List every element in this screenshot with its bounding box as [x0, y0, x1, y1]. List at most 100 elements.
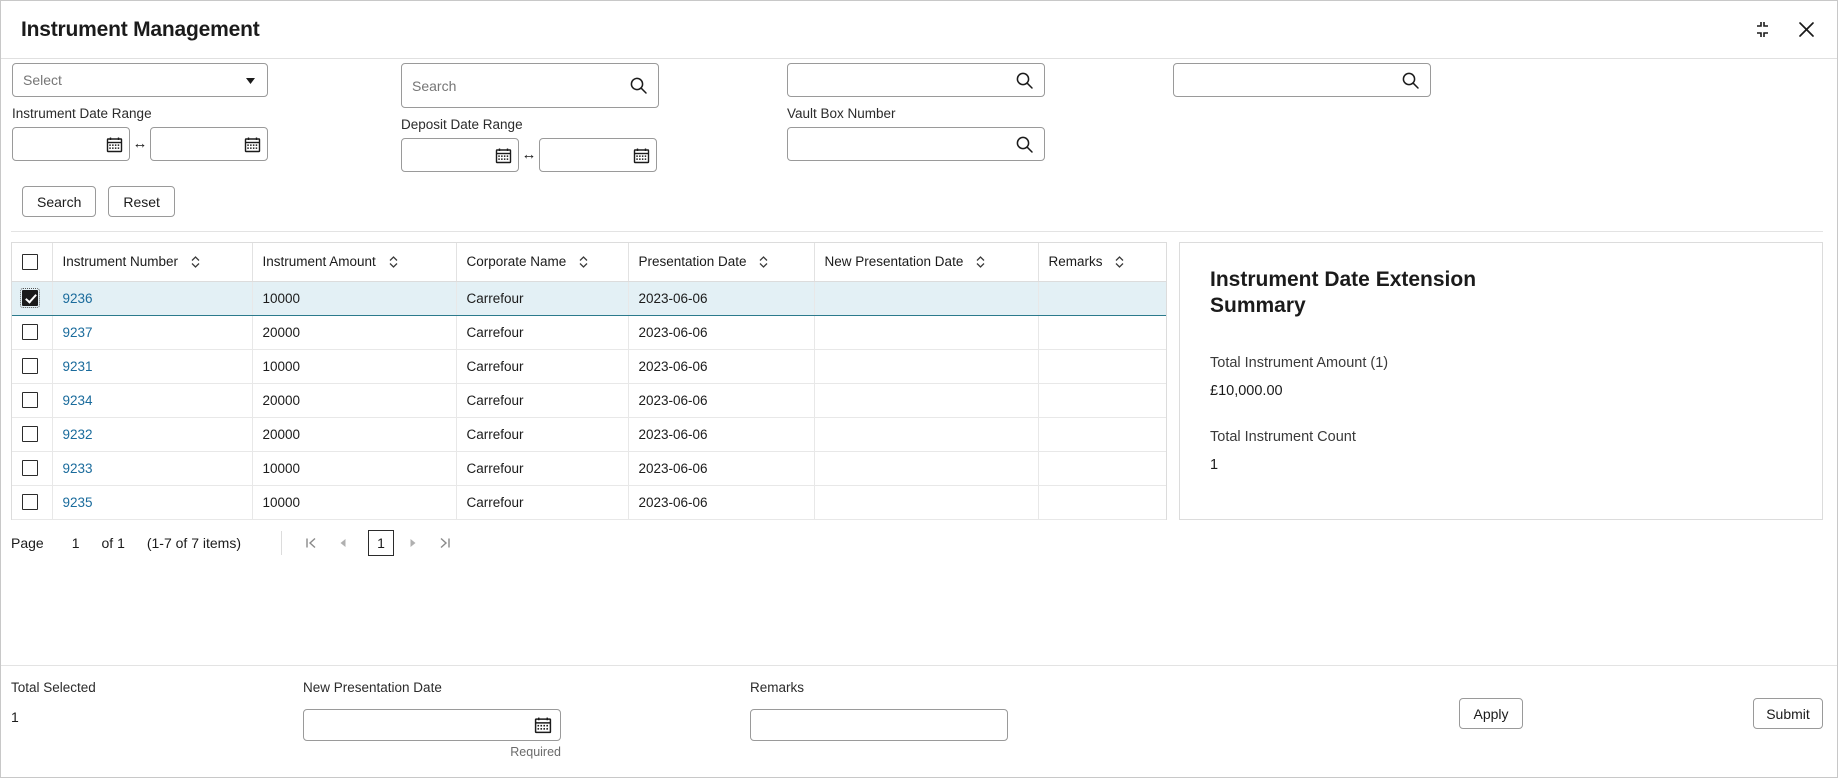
cell-instrument-number[interactable]: 9233 — [52, 451, 253, 486]
previous-page-icon[interactable] — [330, 530, 356, 556]
row-checkbox[interactable] — [22, 324, 38, 341]
cell-presentation-date: 2023-06-06 — [628, 417, 815, 452]
row-checkbox[interactable] — [22, 460, 38, 477]
header-corporate-name[interactable]: Corporate Name — [456, 243, 629, 282]
instrument-date-to-input[interactable] — [150, 127, 268, 161]
calendar-icon[interactable] — [106, 136, 123, 153]
search-button[interactable]: Search — [22, 186, 97, 217]
cell-instrument-number[interactable]: 9231 — [52, 349, 253, 384]
instrument-table: Instrument Number Instrument Amount Corp… — [12, 243, 1166, 520]
header-presentation-date[interactable]: Presentation Date — [628, 243, 815, 282]
cell-instrument-number[interactable]: 9232 — [52, 417, 253, 452]
row-select-cell — [12, 383, 53, 418]
instrument-number-link[interactable]: 9232 — [63, 427, 93, 442]
header-instrument-amount[interactable]: Instrument Amount — [252, 243, 457, 282]
instrument-number-link[interactable]: 9233 — [63, 461, 93, 476]
cell-remarks — [1038, 383, 1166, 418]
summary-total-count: Total Instrument Count 1 — [1210, 429, 1794, 473]
cell-remarks — [1038, 315, 1166, 350]
deposit-date-to-input[interactable] — [539, 138, 657, 172]
cell-instrument-number[interactable]: 9235 — [52, 485, 253, 520]
cell-remarks — [1038, 417, 1166, 452]
table-row[interactable]: 9237 20000 Carrefour 2023-06-06 — [12, 315, 1166, 350]
remarks-label: Remarks — [750, 680, 805, 695]
submit-button[interactable]: Submit — [1753, 698, 1823, 729]
row-checkbox[interactable] — [22, 494, 38, 511]
cell-corporate-name: Carrefour — [456, 417, 629, 452]
calendar-icon[interactable] — [534, 716, 552, 734]
corporate-search-input[interactable]: Search — [401, 63, 659, 108]
header-instrument-number[interactable]: Instrument Number — [52, 243, 253, 282]
field-three-input[interactable] — [787, 63, 1045, 97]
search-icon[interactable] — [1015, 135, 1034, 154]
table-row[interactable]: 9234 20000 Carrefour 2023-06-06 — [12, 383, 1166, 418]
instrument-number-link[interactable]: 9237 — [63, 325, 93, 340]
row-checkbox[interactable] — [20, 288, 40, 309]
instrument-type-select[interactable]: Select — [12, 63, 268, 97]
summary-total-count-label: Total Instrument Count — [1210, 429, 1356, 445]
cell-instrument-number[interactable]: 9236 — [52, 281, 253, 316]
reset-button[interactable]: Reset — [108, 186, 175, 217]
cell-new-presentation-date — [814, 417, 1039, 452]
summary-total-amount-value: £10,000.00 — [1210, 383, 1283, 399]
first-page-icon[interactable] — [298, 530, 324, 556]
sort-icon[interactable] — [758, 255, 769, 269]
row-checkbox[interactable] — [22, 358, 38, 375]
close-icon[interactable] — [1793, 17, 1819, 43]
collapse-icon[interactable] — [1749, 17, 1775, 43]
search-icon[interactable] — [1015, 71, 1034, 90]
sort-icon[interactable] — [190, 255, 201, 269]
sort-icon[interactable] — [578, 255, 589, 269]
instrument-number-link[interactable]: 9234 — [63, 393, 93, 408]
instrument-number-link[interactable]: 9236 — [63, 291, 93, 306]
table-row[interactable]: 9232 20000 Carrefour 2023-06-06 — [12, 417, 1166, 452]
remarks-input[interactable] — [750, 709, 1008, 741]
header-remarks[interactable]: Remarks — [1038, 243, 1166, 282]
instrument-number-link[interactable]: 9231 — [63, 359, 93, 374]
sort-icon[interactable] — [388, 255, 399, 269]
row-select-cell — [12, 349, 53, 384]
window-controls — [1749, 17, 1819, 43]
remarks-group: Remarks — [750, 680, 1240, 741]
select-all-checkbox[interactable] — [22, 253, 38, 270]
pagination-page-number[interactable]: 1 — [72, 535, 80, 551]
pagination-bar: Page 1 of 1 (1-7 of 7 items) 1 — [1, 520, 1837, 566]
pagination-current-page[interactable]: 1 — [368, 529, 394, 556]
cell-presentation-date: 2023-06-06 — [628, 451, 815, 486]
row-checkbox[interactable] — [22, 392, 38, 409]
vault-box-number-input[interactable] — [787, 127, 1045, 161]
cell-new-presentation-date — [814, 485, 1039, 520]
calendar-icon[interactable] — [633, 147, 650, 164]
new-presentation-date-group: New Presentation Date Required — [303, 680, 750, 759]
last-page-icon[interactable] — [432, 530, 458, 556]
cell-instrument-number[interactable]: 9237 — [52, 315, 253, 350]
deposit-date-from-input[interactable] — [401, 138, 519, 172]
next-page-icon[interactable] — [400, 530, 426, 556]
table-row[interactable]: 9236 10000 Carrefour 2023-06-06 — [12, 281, 1166, 316]
row-checkbox[interactable] — [22, 426, 38, 443]
cell-remarks — [1038, 281, 1166, 316]
instrument-number-link[interactable]: 9235 — [63, 495, 93, 510]
chevron-down-icon[interactable] — [244, 74, 257, 87]
calendar-icon[interactable] — [495, 147, 512, 164]
search-icon[interactable] — [1401, 71, 1420, 90]
apply-button[interactable]: Apply — [1459, 698, 1523, 729]
sort-icon[interactable] — [975, 255, 986, 269]
header-corporate-name-label: Corporate Name — [466, 254, 567, 270]
field-four-input[interactable] — [1173, 63, 1431, 97]
header-new-presentation-date[interactable]: New Presentation Date — [814, 243, 1039, 282]
new-presentation-date-label: New Presentation Date — [303, 680, 442, 695]
cell-instrument-number[interactable]: 9234 — [52, 383, 253, 418]
cell-new-presentation-date — [814, 281, 1039, 316]
search-icon[interactable] — [629, 76, 648, 95]
instrument-date-from-input[interactable] — [12, 127, 130, 161]
sort-icon[interactable] — [1114, 255, 1125, 269]
table-row[interactable]: 9235 10000 Carrefour 2023-06-06 — [12, 485, 1166, 520]
table-row[interactable]: 9233 10000 Carrefour 2023-06-06 — [12, 451, 1166, 486]
table-row[interactable]: 9231 10000 Carrefour 2023-06-06 — [12, 349, 1166, 384]
summary-panel: Instrument Date Extension Summary Total … — [1179, 242, 1823, 520]
cell-remarks — [1038, 451, 1166, 486]
new-presentation-date-input[interactable] — [303, 709, 561, 741]
cell-corporate-name: Carrefour — [456, 485, 629, 520]
calendar-icon[interactable] — [244, 136, 261, 153]
